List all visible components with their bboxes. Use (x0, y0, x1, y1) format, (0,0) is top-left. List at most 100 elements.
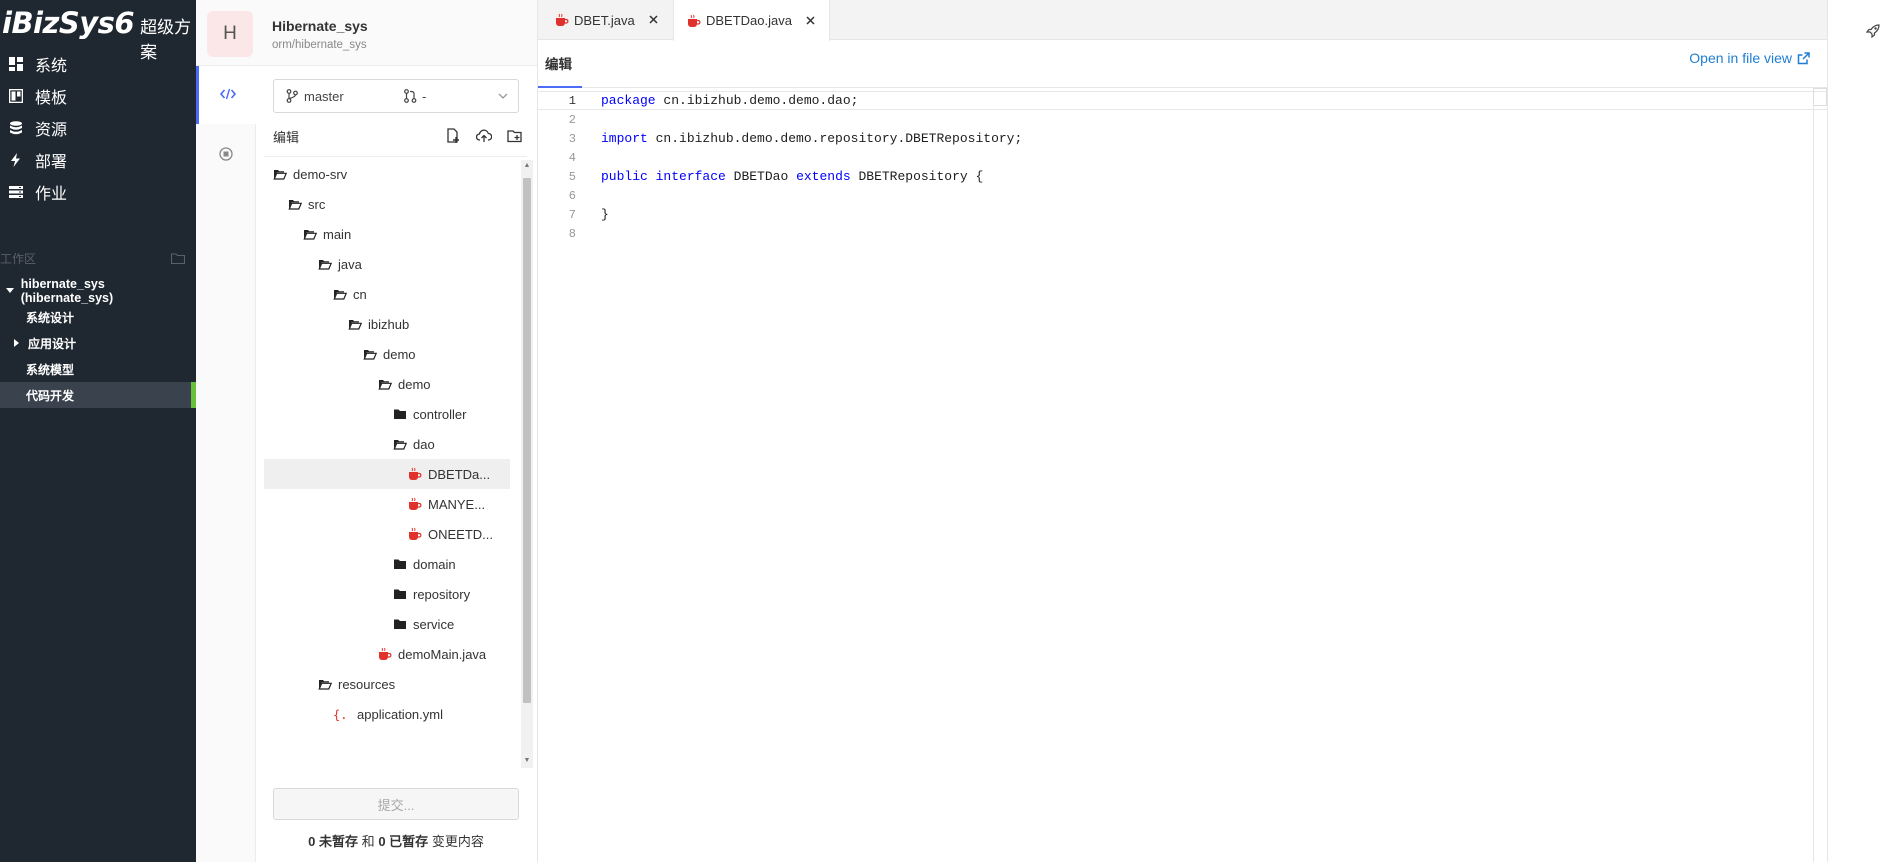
tab-dbet-java[interactable]: DBET.java (552, 0, 672, 40)
tree-item[interactable]: DBETDa... (264, 459, 510, 489)
code-keyword: public (601, 169, 648, 184)
nav-item-template[interactable]: 模板 (0, 80, 196, 112)
tree-item[interactable]: dao (264, 429, 510, 459)
tree-item[interactable]: ibizhub (264, 309, 510, 339)
code-text: public interface DBETDao extends DBETRep… (601, 169, 983, 184)
changes-suffix: 变更内容 (431, 834, 484, 849)
commit-button[interactable]: 提交... (273, 788, 519, 820)
tree-item[interactable]: main (264, 219, 510, 249)
code-area[interactable]: 1 package cn.ibizhub.demo.demo.dao; 2 3 impo… (538, 88, 1828, 862)
nav-item-resource[interactable]: 资源 (0, 112, 196, 144)
new-folder-icon[interactable] (507, 128, 523, 144)
tree-item[interactable]: demoMain.java (264, 639, 510, 669)
java-file-icon (408, 467, 422, 481)
workspace-item-system-design[interactable]: 系统设计 (0, 304, 196, 330)
project-header: H Hibernate_sys orm/hibernate_sys (196, 0, 537, 66)
workspace-item-code-dev[interactable]: 代码开发 (0, 382, 196, 408)
open-in-file-view-link[interactable]: Open in file view (1689, 50, 1810, 66)
brand-logo[interactable]: iBizSys6 超级方案 (2, 6, 196, 62)
activity-rail (196, 66, 257, 862)
code-token: DBETRepository { (850, 169, 984, 184)
tree-item[interactable]: service (264, 609, 510, 639)
code-line[interactable]: 1 package cn.ibizhub.demo.demo.dao; (538, 91, 1828, 110)
editor-header: 编辑 Open in file view (538, 40, 1828, 88)
code-line[interactable]: 3 import cn.ibizhub.demo.demo.repository.… (538, 129, 1828, 148)
tree-item[interactable]: cn (264, 279, 510, 309)
git-pull-request-icon (404, 89, 417, 103)
branch-name: master (304, 88, 344, 104)
code-line[interactable]: 2 (538, 110, 1828, 129)
commit-ref: - (422, 88, 427, 104)
workspace-header: 工作区 (0, 248, 196, 268)
code-text: package cn.ibizhub.demo.demo.dao; (601, 93, 858, 108)
scroll-thumb[interactable] (523, 178, 531, 703)
code-editor: DBET.java DBETDao.java 编辑 Open in file v… (537, 0, 1828, 862)
nav-item-jobs[interactable]: 作业 (0, 176, 196, 208)
tree-item-label: domain (413, 556, 456, 572)
tree-item-label: ibizhub (368, 316, 410, 332)
code-token: DBETDao (725, 169, 797, 184)
code-line[interactable]: 6 (538, 186, 1828, 205)
nav-item-system[interactable]: 系统 (0, 48, 196, 80)
scroll-up-icon[interactable]: ▲ (523, 162, 531, 170)
code-line[interactable]: 4 (538, 148, 1828, 167)
workspace-item-system-model[interactable]: 系统模型 (0, 356, 196, 382)
code-keyword: package (601, 93, 656, 108)
unstaged-count: 0 (308, 834, 316, 849)
tree-item[interactable]: {..} application.yml (264, 699, 510, 729)
folder-open-icon (288, 197, 302, 211)
code-line[interactable]: 8 (538, 224, 1828, 243)
code-line[interactable]: 5 public interface DBETDao extends DBETRe… (538, 167, 1828, 186)
workspace-item-label: 应用设计 (28, 336, 77, 351)
java-file-icon (408, 527, 422, 541)
workspace-root[interactable]: hibernate_sys (hibernate_sys) (0, 277, 196, 305)
tree-item[interactable]: domain (264, 549, 510, 579)
close-icon[interactable] (649, 15, 659, 25)
explorer-toolbar: 编辑 (273, 124, 523, 148)
tree-item-label: demoMain.java (398, 646, 487, 662)
workspace-item-app-design[interactable]: 应用设计 (0, 330, 196, 356)
workspace-item-label: 系统设计 (26, 310, 75, 325)
tree-item-label: service (413, 616, 455, 632)
tree-item[interactable]: java (264, 249, 510, 279)
main-nav: 系统 模板 资源 部署 作业 (0, 48, 196, 208)
folder-icon (393, 557, 407, 571)
changes-summary: 0 未暂存 和 0 已暂存 变更内容 (273, 831, 519, 850)
overview-ruler-slider[interactable] (1813, 88, 1827, 106)
tree-item[interactable]: resources (264, 669, 510, 699)
project-name[interactable]: Hibernate_sys (272, 18, 368, 34)
tree-item[interactable]: repository (264, 579, 510, 609)
tree-item[interactable]: demo (264, 339, 510, 369)
tree-item[interactable]: demo (264, 369, 510, 399)
folder-outline-icon[interactable] (170, 252, 186, 264)
tree-item[interactable]: MANYE... (264, 489, 510, 519)
tree-item[interactable]: src (264, 189, 510, 219)
folder-open-icon (348, 317, 362, 331)
close-icon[interactable] (806, 15, 816, 26)
new-file-icon[interactable] (445, 128, 461, 144)
tab-label: DBETDao.java (706, 13, 792, 28)
folder-icon (393, 407, 407, 421)
rocket-icon[interactable] (1865, 24, 1880, 39)
code-view-button[interactable] (196, 66, 257, 124)
tree-item[interactable]: ONEETD... (264, 519, 510, 549)
upload-cloud-icon[interactable] (476, 128, 492, 144)
editor-mode-tab[interactable]: 编辑 (545, 53, 572, 85)
java-file-icon (378, 647, 392, 661)
scroll-down-icon[interactable]: ▼ (523, 757, 531, 765)
record-view-button[interactable] (196, 126, 256, 184)
folder-icon (393, 617, 407, 631)
code-keyword: extends (796, 169, 851, 184)
caret-down-icon (5, 286, 15, 296)
nav-item-deploy[interactable]: 部署 (0, 144, 196, 176)
code-line[interactable]: 7} (538, 205, 1828, 224)
tab-dbetdao-java[interactable]: DBETDao.java (673, 0, 830, 41)
branch-selector[interactable]: master - (273, 79, 519, 113)
tree-scrollbar[interactable]: ▲ ▼ (521, 160, 533, 768)
bolt-icon (9, 153, 23, 167)
tree-item[interactable]: controller (264, 399, 510, 429)
tree-item[interactable]: demo-srv (264, 159, 510, 189)
project-avatar: H (207, 11, 253, 57)
code-icon (219, 88, 237, 103)
